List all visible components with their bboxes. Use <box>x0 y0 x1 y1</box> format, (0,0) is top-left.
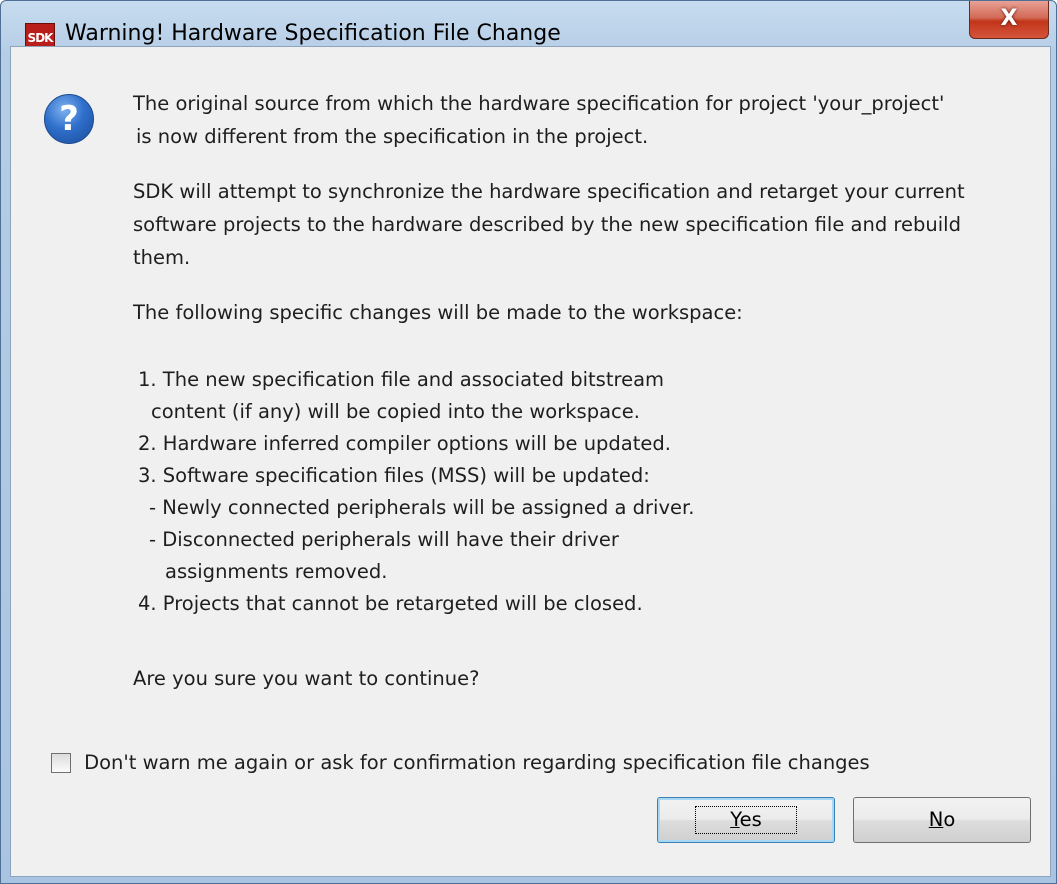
message-text: The original source from which the hardw… <box>133 87 1043 329</box>
no-mnemonic: N <box>928 808 944 831</box>
close-icon: X <box>1000 6 1018 31</box>
dont-warn-label[interactable]: Don't warn me again or ask for confirmat… <box>84 751 870 774</box>
list-item: 3. Software specification files (MSS) wi… <box>138 464 650 487</box>
window-title: Warning! Hardware Specification File Cha… <box>65 21 561 46</box>
list-item: 1. The new specification file and associ… <box>138 368 665 391</box>
message-line: The original source from which the hardw… <box>133 92 945 115</box>
dont-warn-checkbox-row[interactable]: Don't warn me again or ask for confirmat… <box>51 751 870 774</box>
message-line: SDK will attempt to synchronize the hard… <box>133 180 965 203</box>
list-item: assignments removed. <box>165 560 388 583</box>
confirm-question: Are you sure you want to continue? <box>133 667 480 690</box>
no-label: o <box>943 808 956 831</box>
yes-mnemonic: Y <box>730 808 740 831</box>
list-item: - Newly connected peripherals will be as… <box>149 496 695 519</box>
list-item: - Disconnected peripherals will have the… <box>149 528 619 551</box>
list-item: content (if any) will be copied into the… <box>151 400 640 423</box>
yes-label: es <box>739 808 762 831</box>
list-item: 2. Hardware inferred compiler options wi… <box>138 432 671 455</box>
question-icon: ? <box>44 94 94 144</box>
message-line: is now different from the specification … <box>136 125 649 148</box>
list-item: 4. Projects that cannot be retargeted wi… <box>138 592 643 615</box>
message-line: them. <box>133 246 191 269</box>
dont-warn-checkbox[interactable] <box>51 752 71 773</box>
message-line: software projects to the hardware descri… <box>133 213 961 236</box>
close-button[interactable]: X <box>969 1 1049 39</box>
no-button[interactable]: No <box>853 797 1031 843</box>
dialog-window: SDK Warning! Hardware Specification File… <box>0 0 1057 884</box>
message-line: The following specific changes will be m… <box>133 301 743 324</box>
yes-focus-ring: Yes <box>695 806 797 834</box>
yes-button[interactable]: Yes <box>657 797 835 843</box>
dialog-body: ? The original source from which the har… <box>10 46 1051 877</box>
